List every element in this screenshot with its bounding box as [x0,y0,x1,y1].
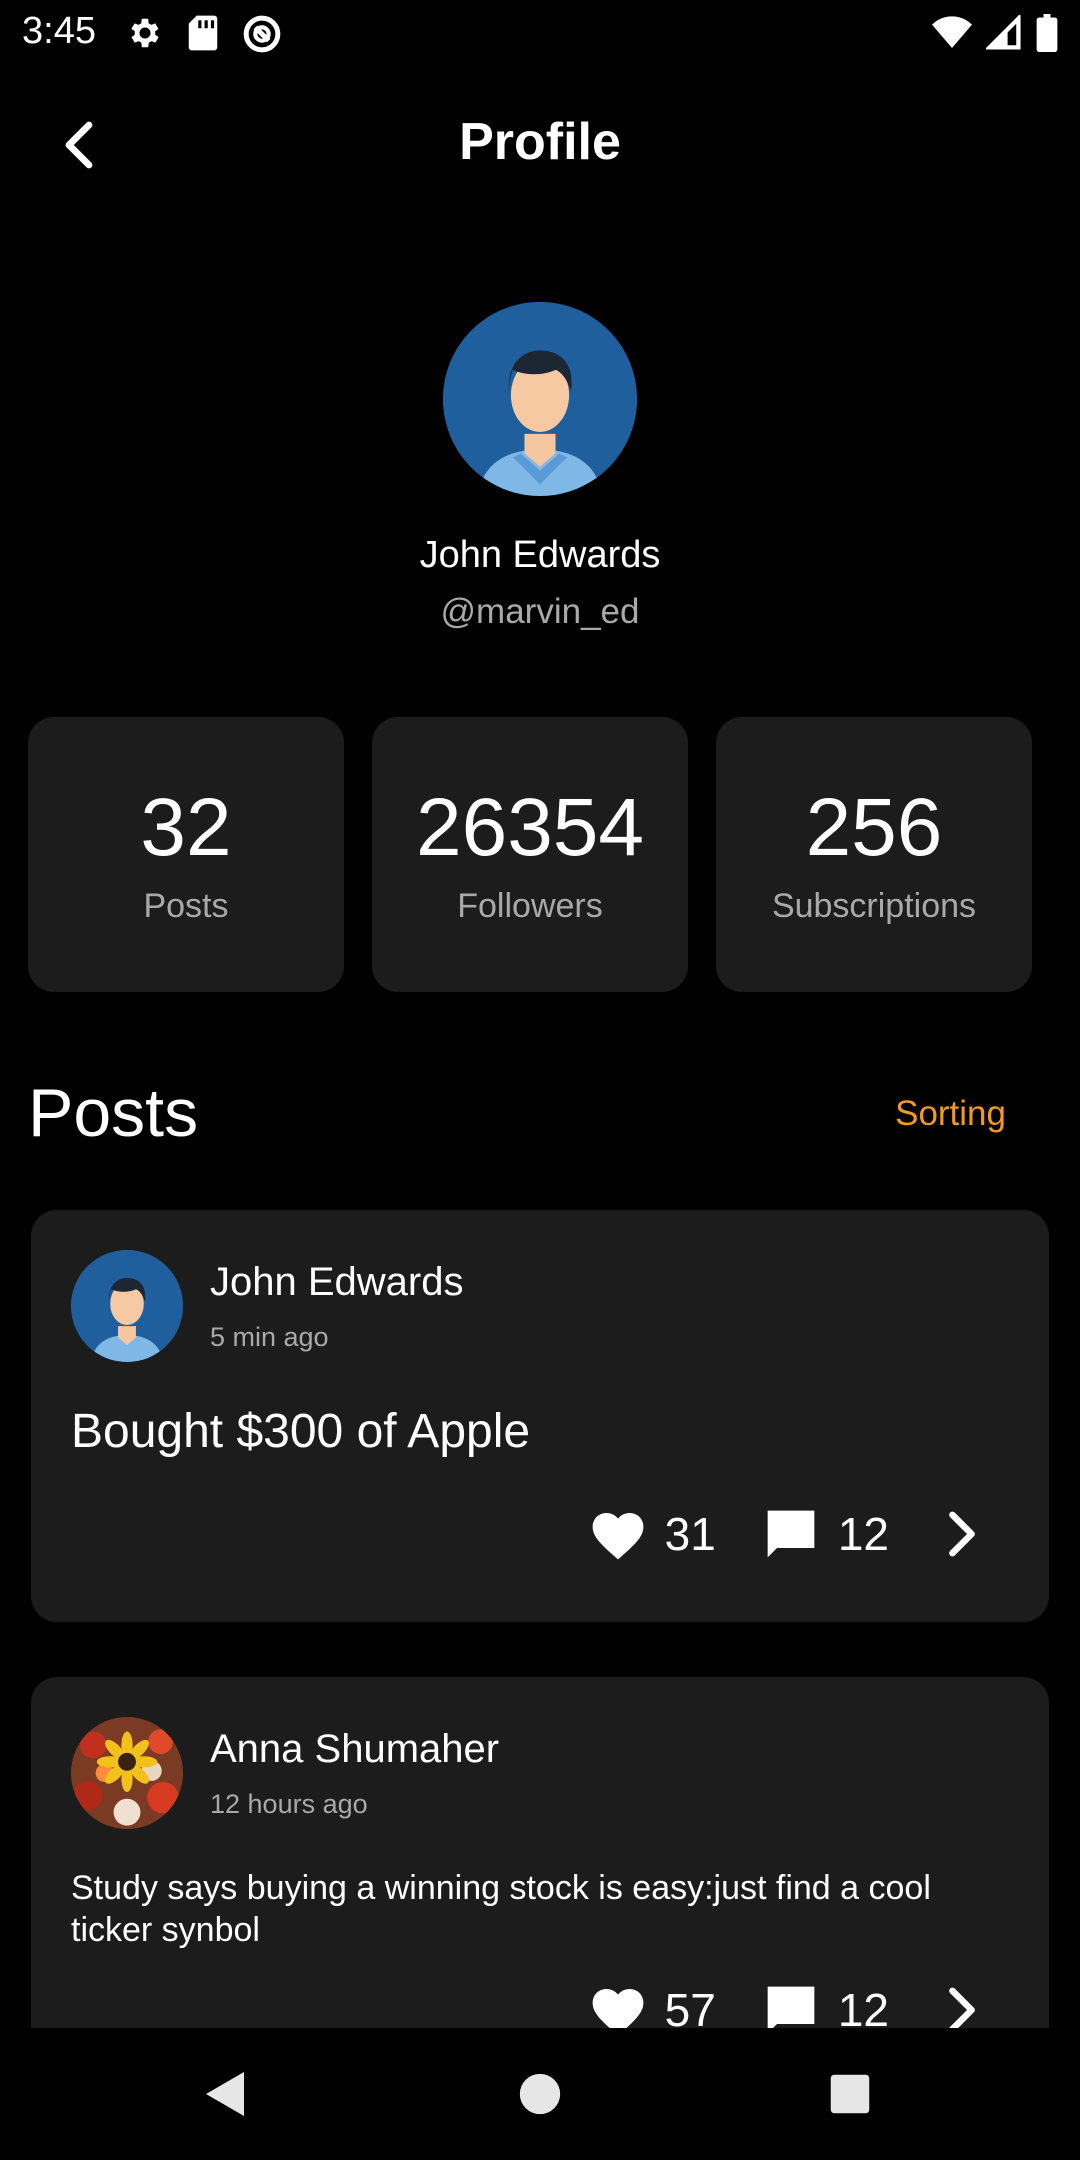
comment-button[interactable]: 12 [762,1506,889,1562]
like-count: 31 [664,1508,716,1560]
home-circle-icon [519,2073,561,2115]
posts-section-title: Posts [28,1075,199,1151]
like-button[interactable]: 57 [589,1983,716,2028]
wifi-icon [932,16,972,55]
stat-card-followers[interactable]: 26354 Followers [372,717,688,992]
post-time: 5 min ago [210,1322,329,1352]
profile-handle: @marvin_ed [440,592,640,631]
stats-row: 32 Posts 26354 Followers 256 Subscriptio… [28,717,1032,992]
post-author: Anna Shumaher [210,1727,500,1771]
stat-label: Followers [457,887,603,925]
post-avatar[interactable] [71,1250,183,1362]
male-avatar-icon [443,302,637,496]
no-disturb-icon [242,14,282,59]
stat-card-posts[interactable]: 32 Posts [28,717,344,992]
sd-card-icon [186,14,220,59]
comment-icon [767,1986,815,2028]
profile-avatar[interactable] [443,302,637,496]
chevron-right-icon [949,1987,975,2028]
post-text: Study says buying a winning stock is eas… [71,1869,931,1949]
status-bar: 3:45 [0,0,1080,66]
status-time: 3:45 [22,10,96,52]
comment-count: 12 [837,1984,889,2028]
like-button[interactable]: 31 [589,1507,716,1561]
flowers-avatar-icon [71,1717,183,1829]
gear-icon [126,14,164,59]
sorting-button[interactable]: Sorting [895,1094,1006,1134]
battery-icon [1036,14,1058,57]
post-card[interactable]: John Edwards 5 min ago Bought $300 of Ap… [31,1210,1049,1622]
post-avatar[interactable] [71,1717,183,1829]
comment-icon [767,1510,815,1558]
open-post-button[interactable] [945,1511,979,1557]
heart-icon [592,1512,644,1560]
nav-recents-button[interactable] [818,2062,882,2126]
heart-icon [592,1988,644,2028]
stat-card-subscriptions[interactable]: 256 Subscriptions [716,717,1032,992]
nav-home-button[interactable] [508,2062,572,2126]
post-card[interactable]: Anna Shumaher 12 hours ago Study says bu… [31,1677,1049,2028]
post-text: Bought $300 of Apple [71,1405,531,1458]
stat-value: 32 [140,782,232,873]
page-title: Profile [459,113,621,171]
male-avatar-icon [71,1250,183,1362]
stat-value: 256 [805,782,943,873]
stat-label: Posts [143,887,229,925]
comment-count: 12 [837,1508,889,1560]
system-nav-bar [0,2028,1080,2160]
stat-value: 26354 [415,782,645,873]
app-bar: Profile [0,90,1080,200]
nav-back-button[interactable] [194,2062,258,2126]
profile-name: John Edwards [419,534,661,576]
cell-signal-icon [984,13,1022,56]
recents-square-icon [830,2074,870,2114]
comment-button[interactable]: 12 [762,1982,889,2028]
post-actions: 31 12 [589,1506,979,1562]
open-post-button[interactable] [945,1987,979,2028]
stat-label: Subscriptions [771,887,977,925]
post-author: John Edwards [210,1260,464,1304]
post-time: 12 hours ago [210,1789,368,1819]
like-count: 57 [664,1984,716,2028]
post-actions: 57 12 [589,1982,979,2028]
posts-feed[interactable]: John Edwards 5 min ago Bought $300 of Ap… [0,1210,1080,2028]
chevron-right-icon [949,1511,975,1557]
back-triangle-icon [206,2072,244,2116]
